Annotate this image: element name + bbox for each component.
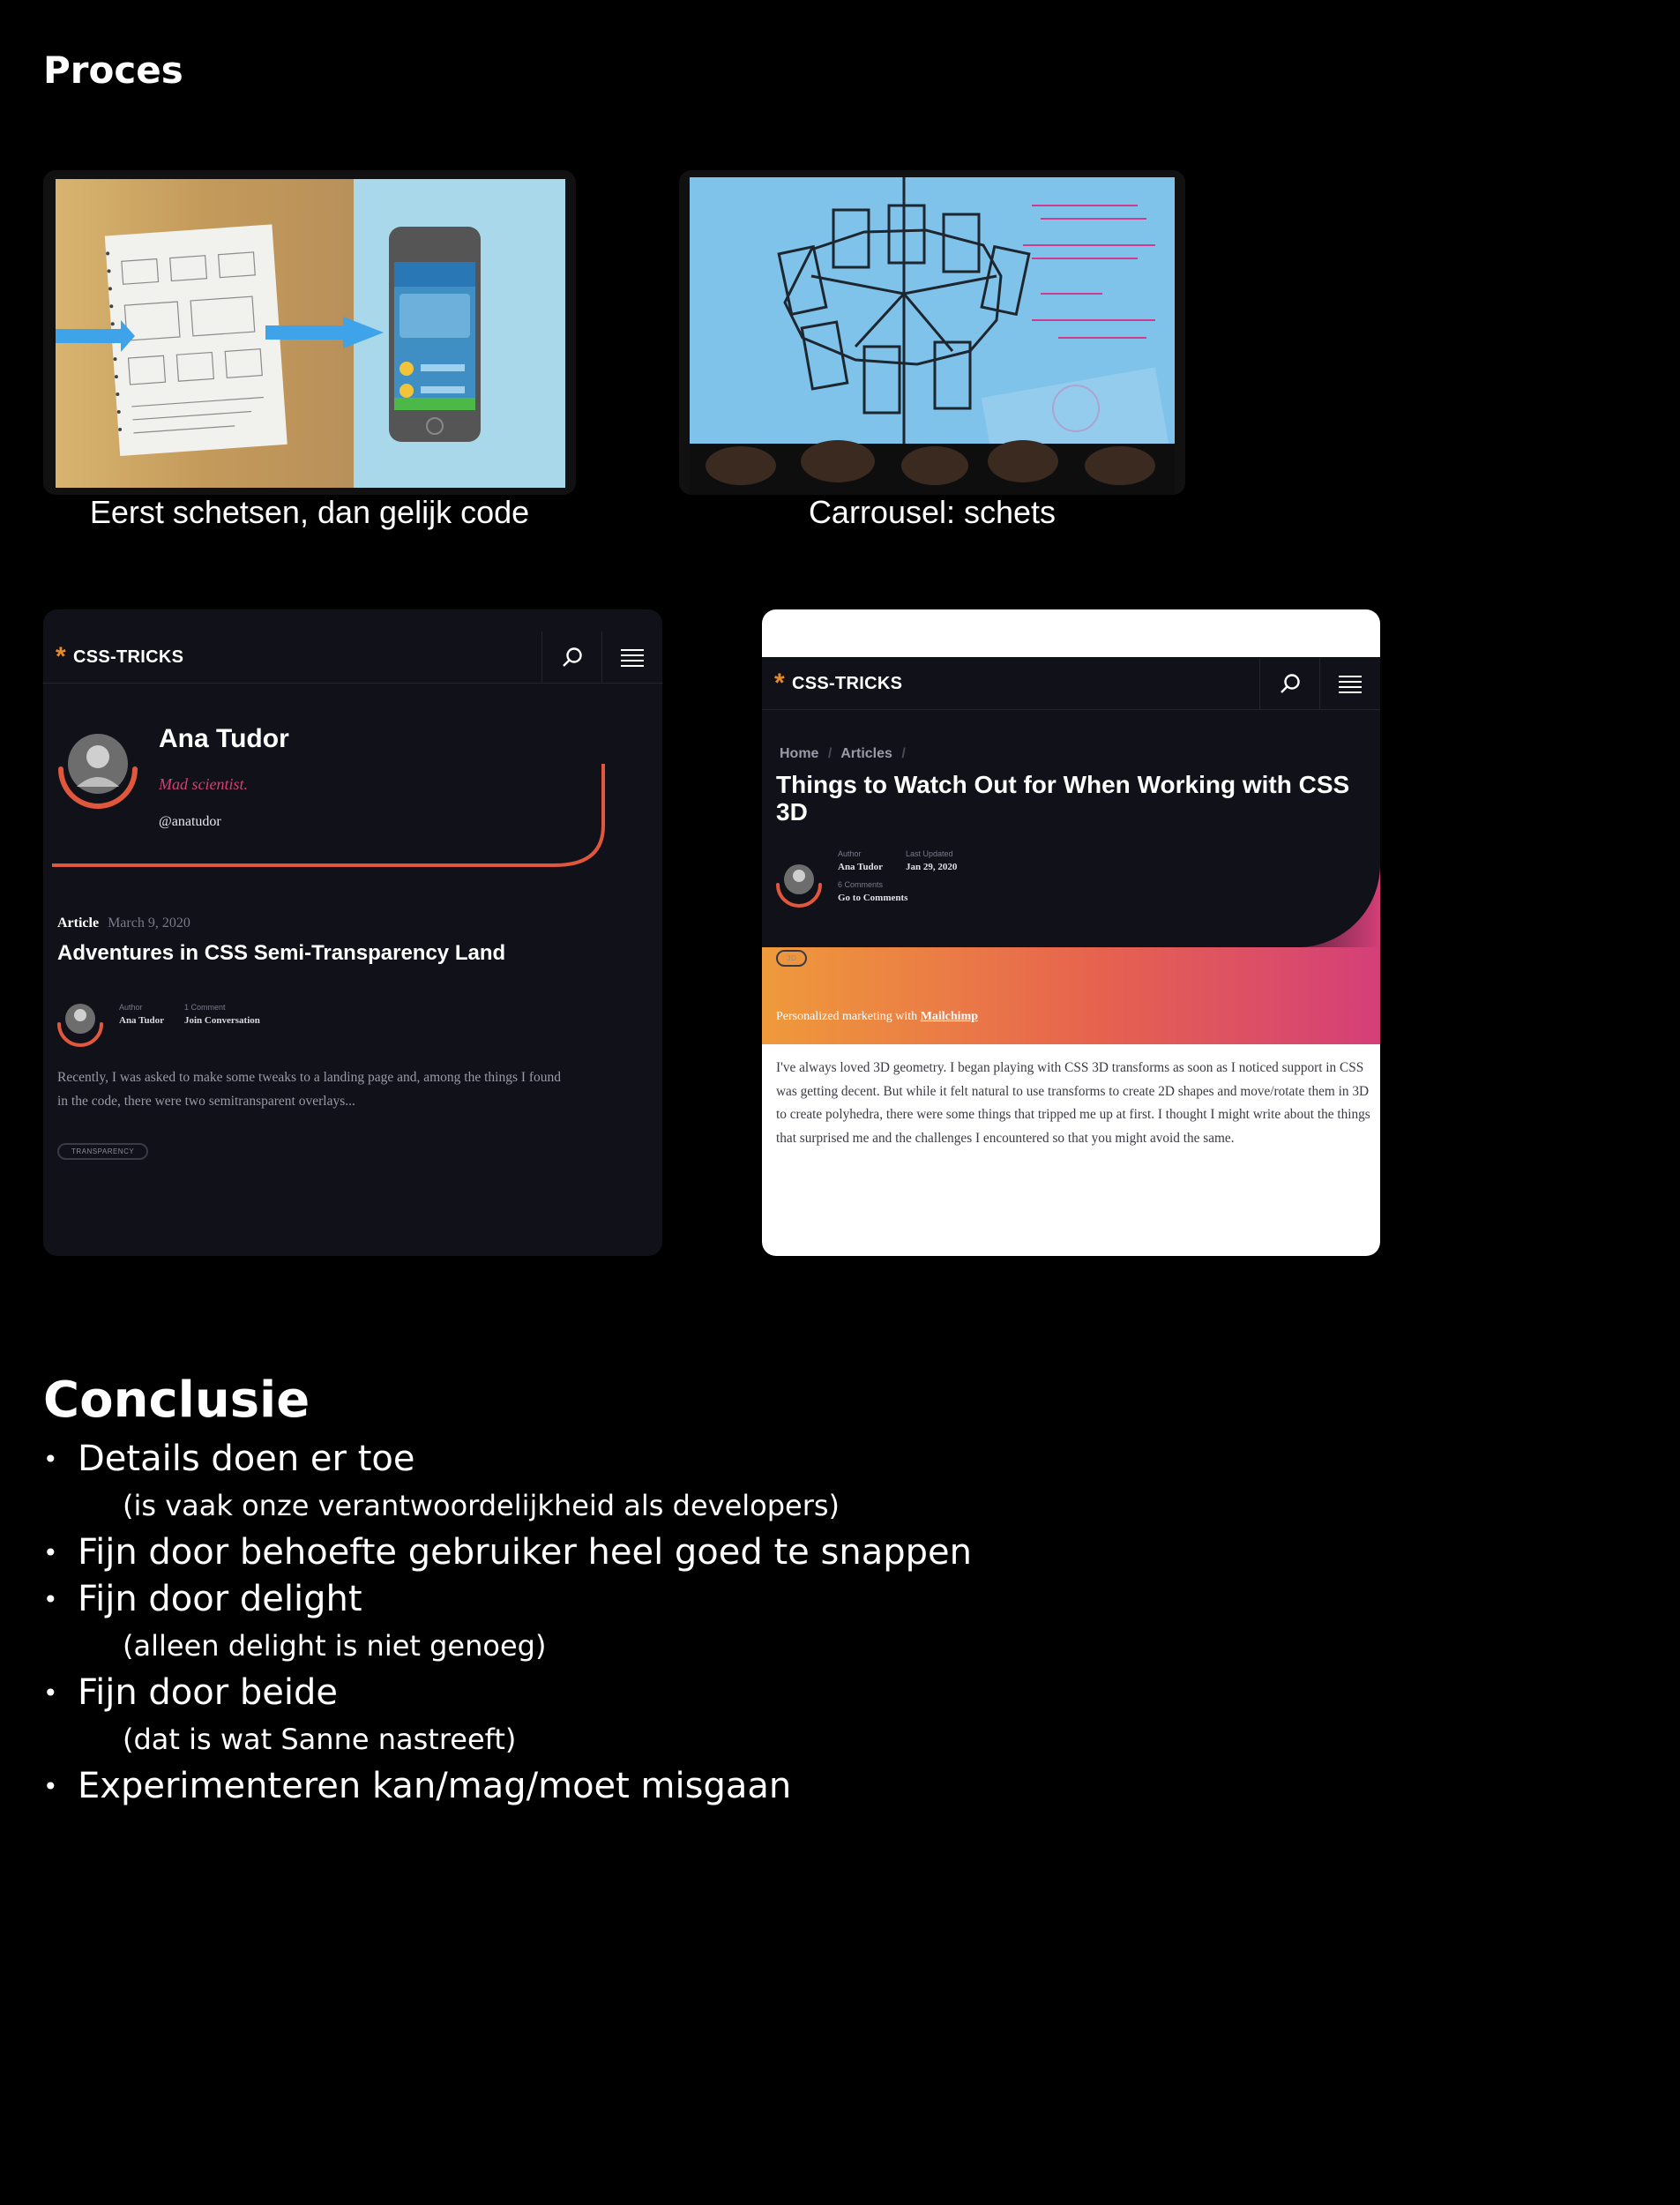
menu-button[interactable]: [1319, 658, 1380, 709]
photo-sketch-to-code: [43, 170, 576, 495]
asterisk-logo-icon: *: [774, 669, 785, 698]
join-conversation-link[interactable]: Join Conversation: [184, 1015, 260, 1026]
search-icon: [1281, 674, 1300, 693]
list-item: Fijn door behoefte gebruiker heel goed t…: [43, 1529, 1278, 1576]
article-meta-line: Article March 9, 2020: [57, 916, 190, 931]
search-button[interactable]: [1259, 658, 1320, 709]
sketch-photo-illustration: [43, 170, 576, 495]
list-subitem: (alleen delight is niet genoeg): [123, 1629, 547, 1663]
promo-text: Personalized marketing with: [776, 1010, 921, 1023]
photo-caption-1: Eerst schetsen, dan gelijk code: [89, 494, 530, 530]
list-item: Details doen er toe: [43, 1436, 1278, 1483]
list-item: Experimenteren kan/mag/moet misgaan: [43, 1763, 1278, 1810]
search-button[interactable]: [541, 632, 602, 683]
section-title-proces: Proces: [43, 49, 183, 92]
list-item: Fijn door delight: [43, 1576, 1278, 1623]
author-underline-decoration: [52, 764, 605, 867]
site-header: * CSS-TRICKS: [43, 632, 662, 684]
brand-name: CSS-TRICKS: [791, 673, 903, 693]
menu-button[interactable]: [601, 632, 662, 683]
article-title[interactable]: Adventures in CSS Semi-Transparency Land: [57, 941, 505, 966]
breadcrumb-separator: /: [901, 746, 906, 761]
author-label: Author: [838, 849, 862, 858]
comments-count: 6 Comments: [838, 880, 884, 889]
asterisk-logo-icon: *: [56, 642, 66, 671]
author-name: Ana Tudor: [159, 724, 289, 753]
updated-label: Last Updated: [906, 849, 953, 858]
breadcrumb: Home / Articles /: [780, 746, 911, 762]
promo-brand-link[interactable]: Mailchimp: [921, 1010, 978, 1023]
article-tag[interactable]: TRANSPARENCY: [57, 1143, 149, 1160]
photo-caption-2: Carrousel: schets: [808, 494, 1057, 530]
hamburger-menu-icon: [1339, 676, 1362, 693]
article-tag[interactable]: 3D: [776, 950, 808, 967]
hamburger-menu-icon: [621, 649, 644, 667]
conclusion-list: Details doen er toe (is vaak onze verant…: [43, 1436, 1278, 1810]
site-logo[interactable]: * CSS-TRICKS: [774, 669, 903, 698]
article-date: March 9, 2020: [108, 916, 190, 931]
site-logo[interactable]: * CSS-TRICKS: [56, 642, 184, 671]
article-updated-meta: Last Updated Jan 29, 2020: [906, 849, 957, 872]
whiteboard-photo-illustration: [679, 170, 1185, 495]
section-title-conclusie: Conclusie: [43, 1372, 310, 1429]
article-excerpt: Recently, I was asked to make some tweak…: [57, 1070, 562, 1109]
list-subitem: (is vaak onze verantwoordelijkheid als d…: [123, 1489, 840, 1522]
breadcrumb-separator: /: [827, 746, 833, 761]
mockup-author-page: * CSS-TRICKS Ana Tudor Mad scientist. @an…: [43, 609, 662, 1256]
go-to-comments-link[interactable]: Go to Comments: [838, 893, 907, 903]
promo-gradient-bg: [762, 947, 1380, 1044]
search-icon: [563, 647, 582, 667]
breadcrumb-home[interactable]: Home: [780, 746, 818, 761]
mockup-article-page: * CSS-TRICKS Home / Articles / Things to …: [762, 609, 1380, 1256]
byline-author[interactable]: Ana Tudor: [119, 1015, 164, 1026]
brand-name: CSS-TRICKS: [72, 647, 184, 667]
author-handle[interactable]: @anatudor: [159, 814, 221, 830]
breadcrumb-articles[interactable]: Articles: [840, 746, 892, 761]
article-author-avatar: [57, 1004, 103, 1047]
site-header: * CSS-TRICKS: [762, 658, 1380, 710]
list-item: Fijn door beide: [43, 1670, 1278, 1716]
article-comments: 1 Comment Join Conversation: [184, 1003, 260, 1026]
promo-banner[interactable]: Personalized marketing with Mailchimp: [776, 1010, 978, 1024]
article-author-meta: Author Ana Tudor 6 Comments Go to Commen…: [838, 849, 907, 903]
article-body: I've always loved 3D geometry. I began p…: [776, 1060, 1370, 1146]
comments-count: 1 Comment: [184, 1003, 226, 1012]
photo-carrousel-sketch: [679, 170, 1185, 495]
article-title: Things to Watch Out for When Working wit…: [776, 771, 1350, 826]
article-byline: Author Ana Tudor: [119, 1003, 164, 1026]
byline-author-label: Author: [119, 1003, 143, 1012]
article-kind: Article: [57, 916, 100, 931]
article-author-avatar: [776, 864, 822, 908]
updated-value: Jan 29, 2020: [906, 862, 958, 872]
author-tagline: Mad scientist.: [159, 775, 248, 793]
list-subitem: (dat is wat Sanne nastreeft): [123, 1723, 517, 1756]
author-value[interactable]: Ana Tudor: [838, 862, 907, 872]
